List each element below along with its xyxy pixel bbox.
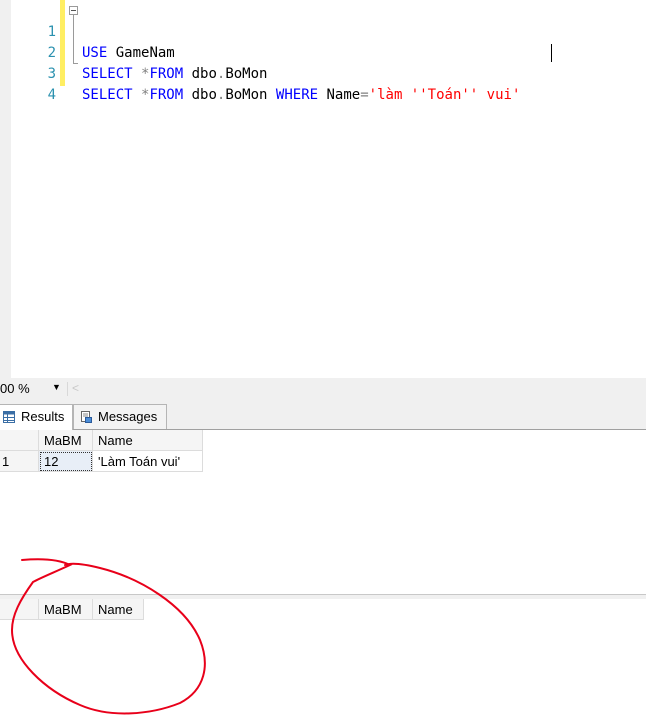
results-tab-strip: Results Messages bbox=[0, 400, 646, 430]
query-editor[interactable]: 1 USE GameNam 2 SELECT *FROM dbo.BoMon 3… bbox=[0, 0, 646, 378]
scroll-left-icon[interactable]: < bbox=[72, 381, 79, 395]
tab-results-label: Results bbox=[21, 409, 65, 424]
table-cell-mabm[interactable]: 12 bbox=[39, 451, 93, 472]
code-token: = bbox=[360, 87, 369, 103]
column-header-name[interactable]: Name bbox=[93, 430, 203, 451]
code-line-3[interactable]: 3 SELECT *FROM dbo.BoMon WHERE Name='làm… bbox=[0, 43, 646, 103]
result-grid-1[interactable]: MaBM Name 1 12 'Làm Toán vui' bbox=[0, 430, 646, 594]
code-text[interactable]: SELECT *FROM dbo.BoMon WHERE Name='làm '… bbox=[82, 85, 520, 106]
code-line-4[interactable]: 4 bbox=[0, 64, 646, 103]
divider bbox=[67, 382, 68, 396]
code-token: WHERE bbox=[275, 87, 319, 103]
grid-icon bbox=[3, 411, 15, 423]
tab-messages-label: Messages bbox=[98, 409, 158, 424]
row-header[interactable]: 1 bbox=[0, 451, 39, 472]
code-token: SELECT bbox=[82, 87, 133, 103]
code-token: Name bbox=[318, 87, 361, 103]
zoom-level[interactable]: 00 % bbox=[0, 381, 30, 396]
corner-header[interactable] bbox=[0, 599, 39, 620]
code-token: 'làm ''Toán'' vui' bbox=[368, 87, 521, 103]
code-token: BoMon bbox=[225, 87, 276, 103]
code-line-2[interactable]: 2 SELECT *FROM dbo.BoMon bbox=[0, 22, 646, 82]
tab-messages[interactable]: Messages bbox=[73, 404, 167, 429]
column-header-mabm[interactable]: MaBM bbox=[39, 599, 93, 620]
column-header-name[interactable]: Name bbox=[93, 599, 144, 620]
code-line-1[interactable]: 1 USE GameNam bbox=[0, 1, 646, 61]
column-header-mabm[interactable]: MaBM bbox=[39, 430, 93, 451]
messages-icon bbox=[81, 411, 92, 423]
zoom-bar: 00 % ▼ < bbox=[0, 378, 646, 400]
code-token: dbo bbox=[183, 87, 217, 103]
code-token: FROM bbox=[149, 87, 184, 103]
result-grid-2[interactable]: MaBM Name bbox=[0, 599, 646, 719]
corner-header[interactable] bbox=[0, 430, 39, 451]
tab-results[interactable]: Results bbox=[0, 404, 73, 430]
table-cell-name[interactable]: 'Làm Toán vui' bbox=[93, 451, 203, 472]
text-caret bbox=[551, 44, 552, 62]
line-number: 4 bbox=[47, 87, 56, 103]
chevron-down-icon[interactable]: ▼ bbox=[52, 382, 61, 392]
